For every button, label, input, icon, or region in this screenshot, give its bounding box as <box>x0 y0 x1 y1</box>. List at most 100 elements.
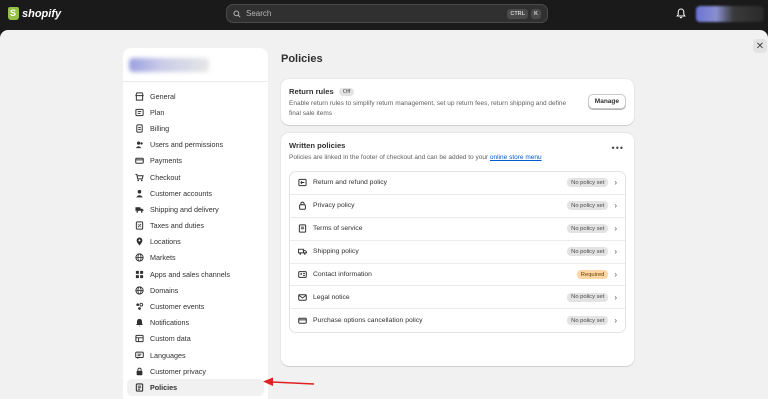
search-shortcut: CTRL K <box>507 8 541 19</box>
sidebar-item-shipping[interactable]: Shipping and delivery <box>127 201 264 217</box>
status-badge: No policy set <box>567 178 609 188</box>
search-icon <box>233 9 241 18</box>
policy-row-return-refund[interactable]: Return and refund policy No policy set › <box>290 172 625 195</box>
shopify-bag-icon <box>8 7 19 20</box>
sidebar-item-label: Payments <box>150 156 182 166</box>
policy-label: Purchase options cancellation policy <box>313 317 423 325</box>
policy-row-privacy[interactable]: Privacy policy No policy set › <box>290 195 625 218</box>
sidebar-item-users[interactable]: Users and permissions <box>127 137 264 153</box>
sidebar-item-label: Apps and sales channels <box>150 269 230 279</box>
sidebar-item-label: Customer privacy <box>150 366 206 376</box>
policy-row-cancellation[interactable]: Purchase options cancellation policy No … <box>290 309 625 332</box>
users-icon <box>135 140 144 149</box>
policy-row-terms[interactable]: Terms of service No policy set › <box>290 218 625 241</box>
status-badge: No policy set <box>567 224 609 234</box>
chevron-right-icon: › <box>614 292 617 302</box>
document-icon <box>298 224 307 233</box>
status-badge: Off <box>338 87 355 96</box>
chevron-right-icon: › <box>614 224 617 234</box>
sidebar-item-plan[interactable]: Plan <box>127 104 264 120</box>
sidebar-item-label: Shipping and delivery <box>150 204 219 214</box>
chevron-right-icon: › <box>614 247 617 257</box>
data-icon <box>135 334 144 343</box>
globe-icon <box>135 286 144 295</box>
sidebar-item-policies[interactable]: Policies <box>127 379 264 396</box>
online-store-menu-link[interactable]: online store menu <box>490 154 542 161</box>
search-bar[interactable]: Search CTRL K <box>226 4 548 23</box>
brand-name: shopify <box>22 7 62 20</box>
chevron-right-icon: › <box>614 270 617 279</box>
contact-icon <box>298 270 307 279</box>
shortcut-k: K <box>531 8 541 19</box>
sidebar-item-label: Domains <box>150 285 179 295</box>
sidebar-item-label: Markets <box>150 253 176 263</box>
policy-list: Return and refund policy No policy set ›… <box>289 171 626 334</box>
policy-row-legal[interactable]: Legal notice No policy set › <box>290 286 625 310</box>
settings-sidebar: General Plan Billing Users and permissio… <box>123 48 268 399</box>
more-horizontal-icon[interactable]: ••• <box>612 143 624 153</box>
sidebar-item-markets[interactable]: Markets <box>127 250 264 266</box>
sidebar-item-label: Policies <box>150 382 178 392</box>
written-policies-text: Policies are linked in the footer of che… <box>289 154 489 161</box>
bell-icon[interactable] <box>676 8 686 19</box>
sidebar-item-general[interactable]: General <box>127 88 264 104</box>
sidebar-item-label: Languages <box>150 350 186 360</box>
card-icon <box>298 316 307 325</box>
status-badge: No policy set <box>567 247 609 257</box>
written-policies-card: Written policies Policies are linked in … <box>281 133 634 366</box>
plan-icon <box>135 108 144 117</box>
lock-icon <box>135 367 144 376</box>
sidebar-item-payments[interactable]: Payments <box>127 153 264 169</box>
sidebar-item-label: Checkout <box>150 172 181 182</box>
sidebar-item-languages[interactable]: Languages <box>127 347 264 363</box>
billing-icon <box>135 124 144 133</box>
globe-icon <box>135 253 144 263</box>
apps-icon <box>135 270 144 279</box>
sidebar-item-notifications[interactable]: Notifications <box>127 315 264 331</box>
sidebar-item-label: Customer events <box>150 302 205 312</box>
chevron-right-icon: › <box>614 178 617 188</box>
policy-row-contact[interactable]: Contact information Required › <box>290 264 625 287</box>
sidebar-item-label: Taxes and duties <box>150 221 204 231</box>
sidebar-item-locations[interactable]: Locations <box>127 234 264 250</box>
sidebar-item-customer-accounts[interactable]: Customer accounts <box>127 185 264 201</box>
truck-icon <box>298 247 307 256</box>
search-placeholder: Search <box>246 9 272 18</box>
policy-label: Terms of service <box>313 225 363 233</box>
status-badge: No policy set <box>567 292 609 302</box>
bell-icon <box>135 318 144 327</box>
sidebar-item-custom-data[interactable]: Custom data <box>127 331 264 347</box>
shopify-logo[interactable]: shopify <box>8 7 61 20</box>
sidebar-item-apps[interactable]: Apps and sales channels <box>127 266 264 282</box>
policy-label: Privacy policy <box>313 202 355 210</box>
sidebar-item-label: Users and permissions <box>150 140 224 150</box>
sidebar-item-checkout[interactable]: Checkout <box>127 169 264 185</box>
store-selector[interactable] <box>123 48 268 82</box>
account-avatar[interactable] <box>696 6 764 22</box>
return-rules-description: Enable return rules to simplify return m… <box>289 100 567 117</box>
person-icon <box>135 189 144 198</box>
close-icon[interactable]: ✕ <box>753 39 767 53</box>
policy-row-shipping[interactable]: Shipping policy No policy set › <box>290 241 625 264</box>
status-badge: No policy set <box>567 201 609 211</box>
sidebar-item-customer-events[interactable]: Customer events <box>127 298 264 314</box>
payments-icon <box>135 156 144 165</box>
sidebar-item-taxes[interactable]: Taxes and duties <box>127 218 264 234</box>
return-icon <box>298 178 307 187</box>
sidebar-item-customer-privacy[interactable]: Customer privacy <box>127 363 264 379</box>
policy-label: Shipping policy <box>313 248 359 256</box>
settings-nav: General Plan Billing Users and permissio… <box>123 82 268 396</box>
mail-icon <box>298 293 307 302</box>
sidebar-item-label: Custom data <box>150 334 191 344</box>
page-title: Policies <box>281 53 323 65</box>
lock-icon <box>298 201 307 211</box>
sidebar-item-domains[interactable]: Domains <box>127 282 264 298</box>
policy-label: Legal notice <box>313 293 350 301</box>
chevron-right-icon: › <box>614 201 617 211</box>
manage-button[interactable]: Manage <box>587 94 626 109</box>
store-icon <box>135 91 144 101</box>
sidebar-item-label: Customer accounts <box>150 188 212 198</box>
top-bar: shopify Search CTRL K <box>0 0 768 30</box>
store-name-blurred <box>129 57 209 72</box>
sidebar-item-billing[interactable]: Billing <box>127 120 264 136</box>
